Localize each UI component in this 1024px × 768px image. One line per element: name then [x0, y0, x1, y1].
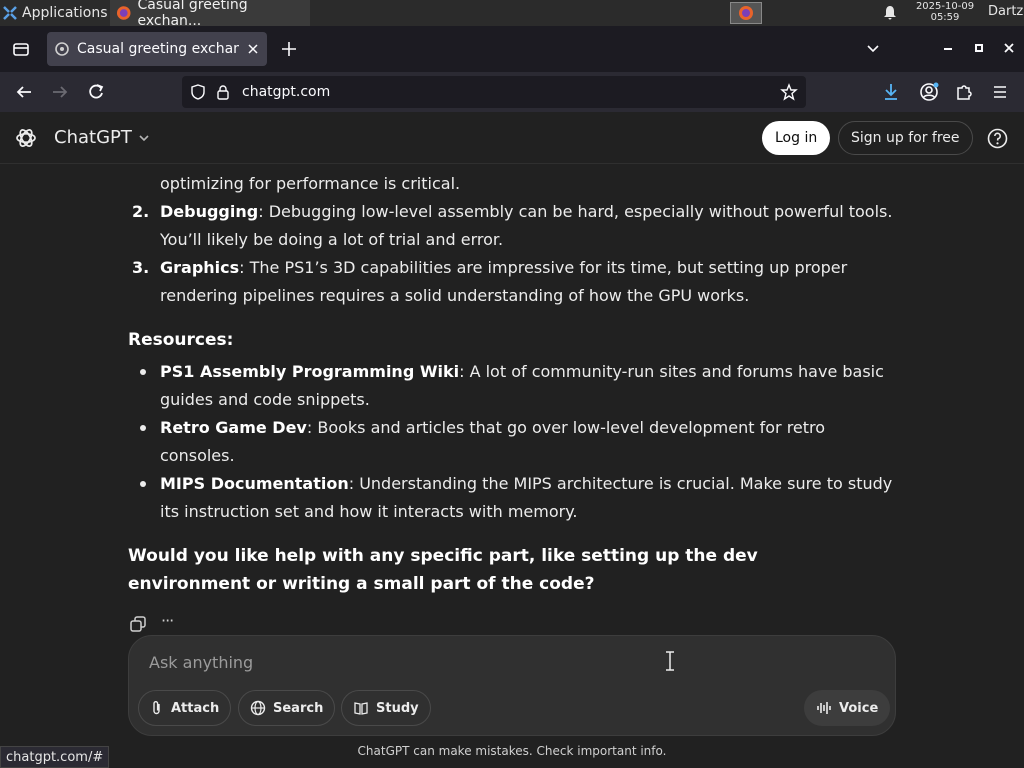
text-cursor-icon: [663, 650, 677, 672]
voice-wave-icon: [817, 702, 831, 714]
account-icon[interactable]: [919, 82, 939, 102]
firefox-launcher-icon[interactable]: [730, 2, 762, 24]
clock-date: 2025-10-09: [915, 1, 975, 12]
list-item-term: MIPS Documentation: [160, 474, 349, 493]
maximize-window-icon[interactable]: [975, 44, 983, 52]
list-item-text: : Understanding the MIPS architecture is…: [348, 474, 893, 493]
list-item-text-cont: consoles.: [160, 446, 235, 465]
list-item-text-cont: You’ll likely be doing a lot of trial an…: [160, 230, 504, 249]
clock-time: 05:59: [930, 12, 960, 23]
forward-arrow-icon[interactable]: [51, 83, 69, 101]
brand-name: ChatGPT: [54, 127, 132, 148]
browser-tab-strip: Casual greeting exchang: [0, 26, 1024, 72]
question-line: Would you like help with any specific pa…: [128, 546, 758, 566]
list-item: Retro Game Dev: Books and articles that …: [130, 414, 910, 470]
list-item-text-cont: its instruction set and how it interacts…: [160, 502, 578, 521]
list-item-term: Graphics: [160, 258, 240, 277]
bookmark-star-icon[interactable]: [780, 83, 798, 101]
paperclip-icon: [153, 701, 160, 715]
attach-label: Attach: [171, 700, 220, 716]
resources-list: PS1 Assembly Programming Wiki: A lot of …: [130, 358, 910, 526]
resources-heading: Resources:: [128, 330, 234, 350]
message-composer: Ask anything Attach Search Study Voice: [128, 635, 896, 736]
list-all-tabs-chevron-icon[interactable]: [866, 42, 880, 56]
search-label: Search: [273, 700, 324, 716]
extensions-puzzle-icon[interactable]: [955, 82, 973, 102]
url-bar[interactable]: chatgpt.com: [182, 76, 806, 108]
list-item-text: : Debugging low-level assembly can be ha…: [258, 202, 893, 221]
list-item-text: : A lot of community-run sites and forum…: [459, 362, 884, 381]
notification-bell-icon[interactable]: [882, 5, 898, 21]
openai-favicon-icon: [55, 42, 69, 56]
clock[interactable]: 2025-10-09 05:59: [912, 1, 978, 23]
list-item-term: PS1 Assembly Programming Wiki: [160, 362, 460, 381]
tab-title: Casual greeting exchang: [77, 41, 239, 57]
taskbar-window-button[interactable]: Casual greeting exchan...: [110, 0, 310, 29]
firefox-icon: [739, 6, 753, 20]
tab-overview-icon[interactable]: [12, 40, 30, 58]
chatgpt-header: ChatGPT Log in Sign up for free: [0, 112, 1024, 164]
url-text[interactable]: chatgpt.com: [242, 84, 780, 100]
list-item-text-cont: guides and code snippets.: [160, 390, 370, 409]
reload-icon[interactable]: [87, 83, 105, 101]
openai-logo-icon[interactable]: [14, 126, 38, 150]
question-line: environment or writing a small part of t…: [128, 574, 595, 594]
bullet-dot: [140, 369, 146, 375]
browser-tab-active[interactable]: Casual greeting exchang: [47, 32, 267, 66]
list-item-term: Retro Game Dev: [160, 418, 307, 437]
lock-icon[interactable]: [216, 84, 230, 100]
system-taskbar: Applications Casual greeting exchan... 2…: [0, 0, 1024, 29]
prompt-input[interactable]: Ask anything: [149, 653, 253, 672]
help-icon[interactable]: [987, 128, 1008, 149]
more-actions-icon[interactable]: ···: [161, 611, 174, 630]
log-in-button[interactable]: Log in: [762, 121, 831, 155]
link-status-bar: chatgpt.com/#: [0, 746, 110, 768]
sign-up-button[interactable]: Sign up for free: [838, 121, 973, 155]
list-item: MIPS Documentation: Understanding the MI…: [130, 470, 910, 526]
voice-label: Voice: [839, 700, 879, 716]
applications-icon: [3, 6, 17, 20]
list-item: 3. Graphics: The PS1’s 3D capabilities a…: [130, 254, 910, 310]
message-text: optimizing for performance is critical.: [160, 174, 461, 193]
list-item: PS1 Assembly Programming Wiki: A lot of …: [130, 358, 910, 414]
back-arrow-icon[interactable]: [15, 83, 33, 101]
challenges-list: 2. Debugging: Debugging low-level assemb…: [130, 198, 910, 310]
new-tab-icon[interactable]: [281, 41, 297, 57]
browser-navigation-bar: chatgpt.com: [0, 72, 1024, 112]
tracking-protection-shield-icon[interactable]: [190, 84, 206, 100]
study-label: Study: [376, 700, 419, 716]
list-item: 2. Debugging: Debugging low-level assemb…: [130, 198, 910, 254]
bullet-dot: [140, 425, 146, 431]
list-item-number: 2.: [132, 202, 150, 221]
list-item-text-cont: rendering pipelines requires a solid und…: [160, 286, 750, 305]
disclaimer-text: ChatGPT can make mistakes. Check importa…: [357, 744, 667, 758]
applications-label: Applications: [22, 5, 108, 21]
search-button[interactable]: Search: [238, 690, 336, 726]
book-icon: [354, 702, 368, 715]
voice-button[interactable]: Voice: [804, 690, 891, 726]
close-window-icon[interactable]: [1003, 42, 1015, 54]
bullet-dot: [140, 481, 146, 487]
tab-close-icon[interactable]: [247, 43, 259, 55]
applications-menu[interactable]: Applications: [2, 0, 108, 26]
copy-icon[interactable]: [129, 615, 147, 633]
conversation: optimizing for performance is critical. …: [0, 165, 1024, 635]
downloads-icon[interactable]: [882, 82, 900, 102]
globe-icon: [250, 700, 266, 716]
list-item-text: : Books and articles that go over low-le…: [306, 418, 826, 437]
chevron-down-icon: [139, 134, 149, 141]
list-item-text: : The PS1’s 3D capabilities are impressi…: [239, 258, 848, 277]
taskbar-window-title: Casual greeting exchan...: [137, 0, 248, 29]
model-selector[interactable]: ChatGPT: [54, 127, 150, 148]
attach-button[interactable]: Attach: [138, 690, 232, 726]
list-item-number: 3.: [132, 258, 150, 277]
closing-question: Would you like help with any specific pa…: [128, 542, 908, 598]
user-name[interactable]: Dartz: [988, 4, 1023, 19]
study-button[interactable]: Study: [341, 690, 431, 726]
app-menu-hamburger-icon[interactable]: [992, 84, 1008, 100]
minimize-window-icon[interactable]: [944, 48, 952, 50]
firefox-icon: [116, 6, 131, 20]
list-item-term: Debugging: [160, 202, 259, 221]
